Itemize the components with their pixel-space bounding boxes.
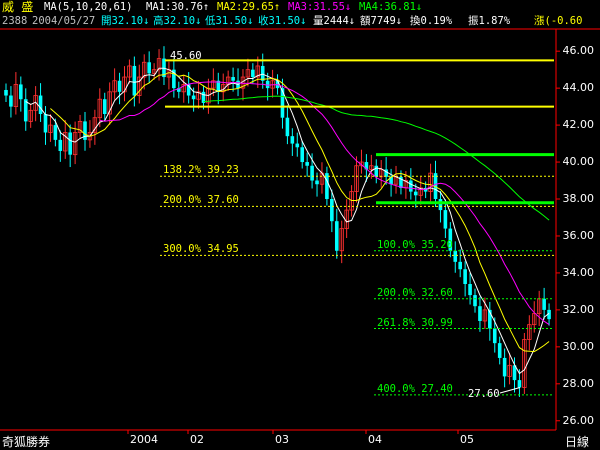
broker-name: 奇狐勝券: [2, 435, 51, 449]
candle-body: [413, 191, 418, 196]
candle-body: [497, 343, 502, 358]
y-tick-label: 44.00: [562, 81, 595, 95]
period-label[interactable]: 日線: [565, 433, 589, 450]
price-annotation: 27.60: [468, 388, 500, 401]
y-tick-label: 38.00: [562, 192, 595, 205]
candle-body: [325, 173, 329, 200]
open-price: 開32.10↓: [101, 15, 150, 27]
fib-level-label: 100.0% 35.20: [377, 238, 453, 251]
fib-level-label: 400.0% 27.40: [377, 382, 453, 395]
price-chart[interactable]: [0, 0, 600, 450]
candle-body: [409, 180, 413, 192]
candle-body: [58, 139, 63, 151]
y-tick-label: 40.00: [562, 155, 595, 169]
candle-body: [4, 89, 8, 96]
ma-spec: MA(5,10,20,61): [44, 1, 133, 13]
candle-body: [231, 77, 235, 81]
candle-body: [290, 136, 295, 144]
amount-value: 額7749↓: [360, 15, 403, 27]
ma1-value: MA1:30.76↑: [146, 1, 210, 13]
candle-body: [438, 199, 443, 211]
stock-name: 威 盛: [2, 0, 34, 14]
candle-body: [502, 357, 507, 377]
y-tick-label: 42.00: [562, 118, 595, 132]
fib-level-label: 300.0% 34.95: [163, 243, 239, 256]
x-tick-label: 05: [460, 433, 474, 446]
candle-body: [305, 162, 309, 166]
y-tick-label: 36.00: [562, 228, 595, 242]
candle-body: [542, 298, 546, 310]
candle-body: [260, 65, 265, 81]
candle-body: [453, 250, 458, 262]
price-annotation: 45.60: [170, 49, 202, 62]
candle-body: [19, 84, 23, 100]
candle-body: [285, 117, 290, 137]
candle-body: [147, 62, 151, 74]
stock-code: 2388: [2, 15, 28, 27]
candle-body: [191, 95, 196, 100]
candle-body: [53, 125, 58, 140]
ma3-value: MA3:31.55↓: [288, 1, 352, 13]
high-price: 高32.10↓: [153, 15, 202, 27]
fib-level-label: 261.8% 30.99: [377, 316, 453, 329]
candle-body: [38, 95, 43, 115]
change-value: 漲(-0.60: [534, 15, 583, 27]
fib-level-label: 200.0% 32.60: [377, 286, 453, 299]
low-price: 低31.50↓: [205, 15, 254, 27]
candle-body: [330, 199, 334, 222]
x-tick-label: 04: [368, 433, 382, 446]
turnover-value: 換0.19%: [410, 15, 453, 27]
chart-window: 威 盛 MA(5,10,20,61) MA1:30.76↑ MA2:29.65↑…: [0, 0, 600, 450]
amplitude-value: 振1.87%: [468, 15, 511, 27]
y-tick-label: 46.00: [562, 44, 595, 58]
annotation-pointer: [499, 387, 521, 394]
fib-level-label: 200.0% 37.60: [163, 194, 239, 207]
x-tick-label: 02: [190, 433, 204, 446]
y-tick-label: 34.00: [562, 265, 595, 279]
candle-body: [251, 69, 255, 78]
fib-level-label: 138.2% 39.23: [163, 164, 239, 177]
candle-body: [310, 165, 314, 181]
candle-body: [315, 180, 319, 185]
candle-body: [295, 143, 300, 148]
candle-body: [117, 80, 122, 92]
candle-body: [473, 295, 477, 307]
ma2-value: MA2:29.65↑: [217, 1, 281, 13]
candle-body: [468, 284, 472, 296]
close-price: 收31.50↓: [258, 15, 307, 27]
quote-date: 2004/05/27: [32, 15, 96, 27]
candle-body: [478, 306, 482, 321]
x-tick-label: 2004: [130, 433, 158, 446]
candle-body: [443, 210, 448, 229]
candle-body: [43, 114, 48, 133]
candle-body: [463, 269, 467, 285]
candle-body: [334, 221, 339, 251]
y-tick-label: 26.00: [562, 413, 595, 427]
candle-body: [492, 328, 497, 344]
y-tick-label: 30.00: [562, 339, 595, 353]
candle-body: [132, 65, 137, 96]
volume-value: 量2444↓: [313, 15, 356, 27]
candle-body: [374, 165, 379, 177]
candle-body: [265, 80, 270, 89]
y-tick-label: 32.00: [562, 302, 595, 316]
y-tick-label: 28.00: [562, 376, 595, 390]
ma2-line: [50, 72, 550, 353]
candle-body: [102, 99, 107, 115]
candle-body: [68, 132, 72, 155]
ma4-value: MA4:36.81↓: [359, 1, 423, 13]
candle-body: [458, 261, 462, 270]
candle-body: [517, 380, 522, 388]
x-tick-label: 03: [275, 433, 289, 446]
candle-body: [280, 88, 285, 118]
candle-body: [9, 95, 13, 107]
candle-body: [300, 147, 305, 163]
